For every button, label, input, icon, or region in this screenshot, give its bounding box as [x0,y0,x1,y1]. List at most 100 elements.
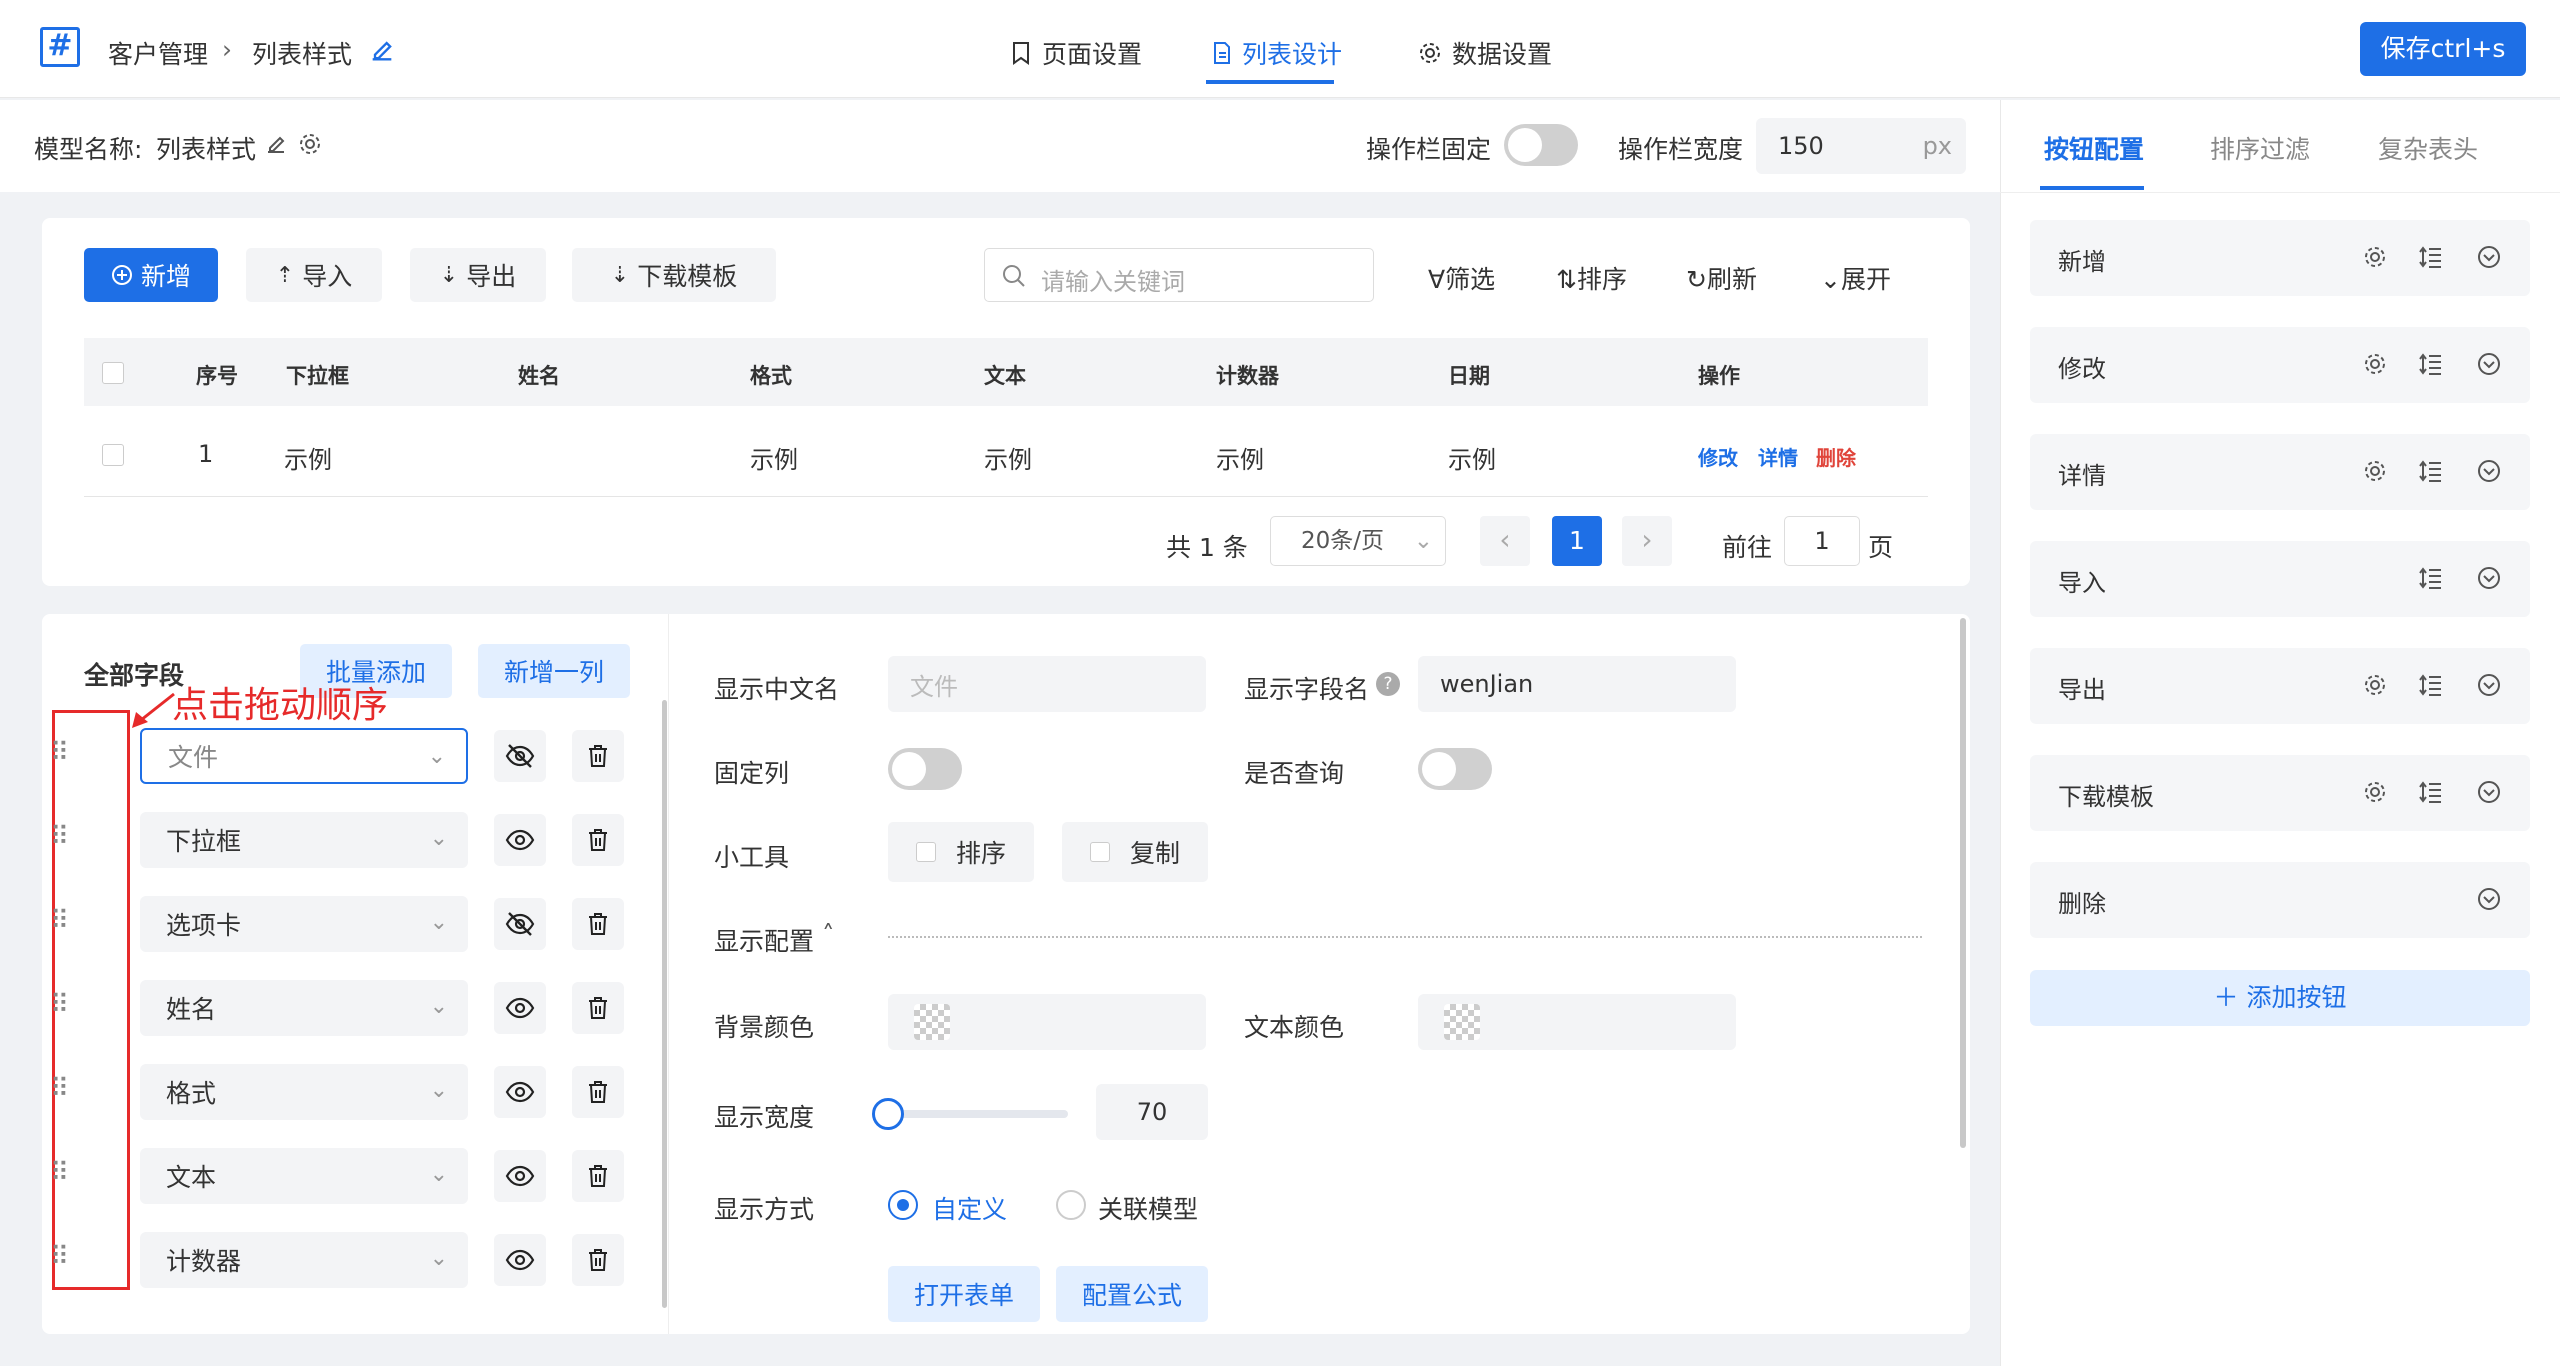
trash-icon[interactable] [572,1234,624,1286]
trash-icon[interactable] [572,982,624,1034]
trash-icon[interactable] [572,814,624,866]
radio-custom-label[interactable]: 自定义 [932,1190,1007,1226]
button-config-item[interactable]: 详情 [2030,434,2530,510]
tool-copy-checkbox[interactable]: 复制 [1062,822,1208,882]
drag-handle-icon[interactable]: ⠿ [50,990,69,1020]
trash-icon[interactable] [572,1066,624,1118]
display-config-label[interactable]: 显示配置 [714,922,814,958]
add-button[interactable]: 新增 [84,248,218,302]
row-detail-link[interactable]: 详情 [1758,442,1798,471]
chevron-down-circle-icon[interactable] [2474,884,2504,914]
field-select[interactable]: 文件 ⌄ [140,728,468,784]
goto-page-input[interactable]: 1 [1784,516,1860,566]
button-config-item[interactable]: 删除 [2030,862,2530,938]
export-button[interactable]: ⇣ 导出 [410,248,546,302]
chevron-up-icon[interactable]: ˄ [822,920,835,949]
drag-handle-icon[interactable]: ⠿ [50,1074,69,1104]
gear-icon[interactable] [2360,456,2390,486]
select-all-checkbox[interactable] [102,362,124,384]
field-name-input[interactable]: wenJian [1418,656,1736,712]
field-select[interactable]: 文本 ⌄ [140,1148,468,1204]
button-config-item[interactable]: 修改 [2030,327,2530,403]
field-select[interactable]: 选项卡 ⌄ [140,896,468,952]
eye-off-icon[interactable] [494,730,546,782]
save-button[interactable]: 保存ctrl+s [2360,22,2526,76]
display-name-input[interactable]: 文件 [888,656,1206,712]
chevron-down-circle-icon[interactable] [2474,670,2504,700]
config-formula-button[interactable]: 配置公式 [1056,1266,1208,1322]
row-checkbox[interactable] [102,444,124,466]
eye-icon[interactable] [494,1150,546,1202]
drag-handle-icon[interactable]: ⠿ [50,822,69,852]
row-delete-link[interactable]: 删除 [1816,442,1856,471]
chevron-down-circle-icon[interactable] [2474,349,2504,379]
query-toggle[interactable] [1418,748,1492,790]
drag-handle-icon[interactable]: ⠿ [50,906,69,936]
page-1-button[interactable]: 1 [1552,516,1602,566]
button-config-item[interactable]: 新增 [2030,220,2530,296]
button-config-item[interactable]: 导入 [2030,541,2530,617]
chevron-down-circle-icon[interactable] [2474,456,2504,486]
add-button-config-button[interactable]: ＋ 添加按钮 [2030,970,2530,1026]
sort-list-icon[interactable] [2416,242,2446,272]
edit-pencil-icon[interactable] [368,36,396,64]
drag-handle-icon[interactable]: ⠿ [50,1242,69,1272]
tab-data-settings[interactable]: 数据设置 [1418,35,1552,71]
chevron-down-circle-icon[interactable] [2474,777,2504,807]
prev-page-button[interactable]: ‹ [1480,516,1530,566]
button-config-item[interactable]: 导出 [2030,648,2530,724]
open-form-button[interactable]: 打开表单 [888,1266,1040,1322]
gear-icon[interactable] [2360,777,2390,807]
gear-icon[interactable] [2360,349,2390,379]
field-select[interactable]: 计数器 ⌄ [140,1232,468,1288]
add-column-button[interactable]: 新增一列 [478,644,630,698]
tab-sort-filter[interactable]: 排序过滤 [2210,130,2310,166]
gear-icon[interactable] [2360,242,2390,272]
import-button[interactable]: ⇡ 导入 [246,248,382,302]
field-select[interactable]: 姓名 ⌄ [140,980,468,1036]
help-icon[interactable]: ? [1376,672,1400,696]
tab-list-design[interactable]: 列表设计 [1212,35,1342,71]
refresh-tool[interactable]: ↻刷新 [1686,260,1757,296]
config-scrollbar[interactable] [1960,618,1966,1148]
trash-icon[interactable] [572,730,624,782]
fixed-action-toggle[interactable] [1504,124,1578,166]
sort-tool[interactable]: ⇅排序 [1556,260,1627,296]
bg-color-picker[interactable] [888,994,1206,1050]
filter-tool[interactable]: ∀筛选 [1428,260,1495,296]
row-edit-link[interactable]: 修改 [1698,442,1738,471]
sort-list-icon[interactable] [2416,563,2446,593]
chevron-down-circle-icon[interactable] [2474,242,2504,272]
chevron-down-circle-icon[interactable] [2474,563,2504,593]
page-size-select[interactable]: 20条/页 ⌄ [1270,516,1446,566]
breadcrumb-customer[interactable]: 客户管理 [108,35,208,71]
sort-list-icon[interactable] [2416,670,2446,700]
trash-icon[interactable] [572,898,624,950]
edit-pencil-icon[interactable] [264,132,288,156]
tool-sort-checkbox[interactable]: 排序 [888,822,1034,882]
tab-page-settings[interactable]: 页面设置 [1010,35,1142,71]
sort-list-icon[interactable] [2416,456,2446,486]
eye-off-icon[interactable] [494,898,546,950]
field-select[interactable]: 下拉框 ⌄ [140,812,468,868]
drag-handle-icon[interactable]: ⠿ [50,738,69,768]
sort-list-icon[interactable] [2416,777,2446,807]
search-input[interactable]: 请输入关键词 [984,248,1374,302]
action-width-input[interactable]: 150 px [1756,118,1966,174]
radio-linked-model[interactable] [1056,1190,1086,1220]
trash-icon[interactable] [572,1150,624,1202]
expand-tool[interactable]: ⌄展开 [1820,260,1891,296]
eye-icon[interactable] [494,814,546,866]
eye-icon[interactable] [494,1066,546,1118]
radio-custom[interactable] [888,1190,918,1220]
tab-complex-header[interactable]: 复杂表头 [2378,130,2478,166]
width-value-input[interactable]: 70 [1096,1084,1208,1140]
eye-icon[interactable] [494,1234,546,1286]
download-template-button[interactable]: ⇣ 下载模板 [572,248,776,302]
field-select[interactable]: 格式 ⌄ [140,1064,468,1120]
fixed-column-toggle[interactable] [888,748,962,790]
eye-icon[interactable] [494,982,546,1034]
radio-linked-label[interactable]: 关联模型 [1098,1190,1198,1226]
gear-icon[interactable] [298,132,322,156]
drag-handle-icon[interactable]: ⠿ [50,1158,69,1188]
